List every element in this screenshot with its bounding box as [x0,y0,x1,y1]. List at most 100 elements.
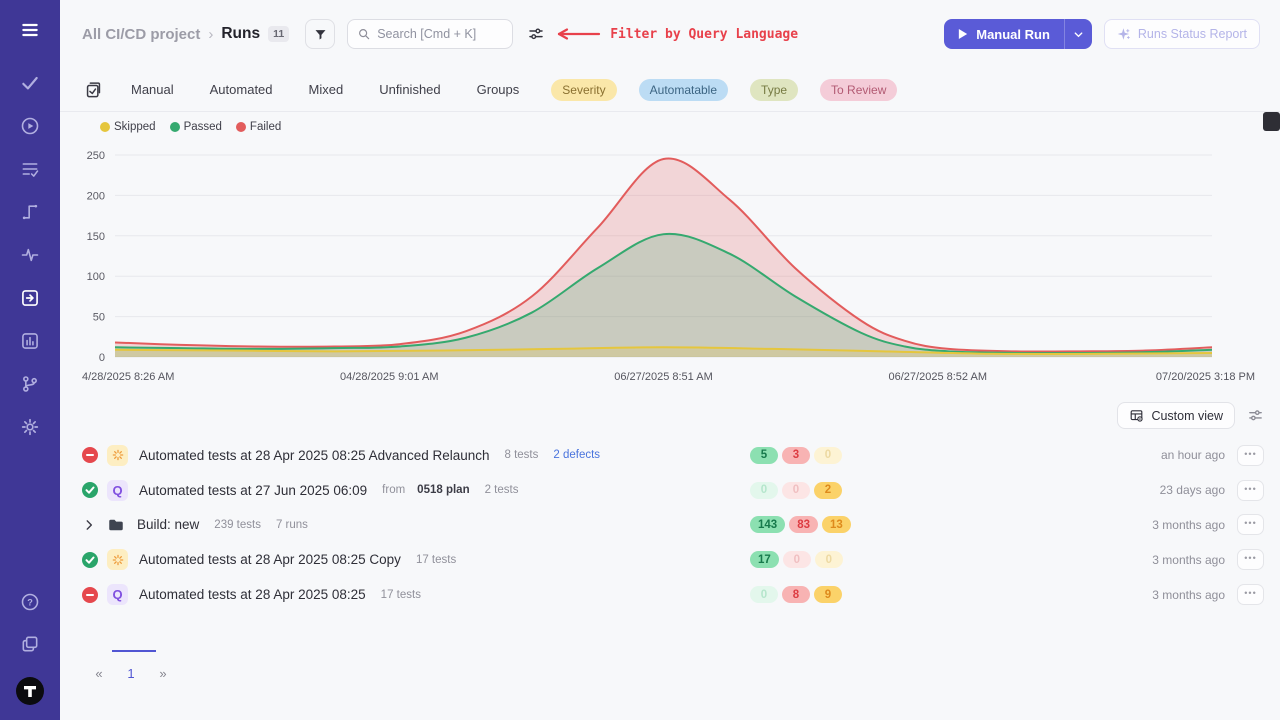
failed-count-pill: 83 [789,516,818,533]
row-actions-button[interactable]: ••• [1237,480,1264,501]
skipped-count-pill: 0 [815,551,843,568]
run-meta: 7 runs [276,519,308,531]
runs-status-report-label: Runs Status Report [1138,27,1247,41]
breadcrumb: All CI/CD project › Runs 11 [82,25,289,43]
tab-manual[interactable]: Manual [131,82,174,97]
failed-count-pill: 3 [782,447,810,464]
runs-table-section: Custom view Automated tests at 28 Apr 20… [60,392,1280,720]
filter-pills: Severity Automatable Type To Review [551,79,897,101]
svg-text:150: 150 [87,231,105,243]
passed-status-icon [82,552,98,568]
filter-pill-to-review[interactable]: To Review [820,79,897,101]
row-actions-button[interactable]: ••• [1237,549,1264,570]
pagination-page-1[interactable]: 1 [114,650,148,692]
svg-text:04/28/2025 9:01 AM: 04/28/2025 9:01 AM [340,371,438,383]
runs-icon[interactable] [20,288,40,308]
run-meta: 8 tests [505,449,539,461]
branch-icon[interactable] [20,374,40,394]
search-box[interactable] [347,19,513,49]
view-settings-icon[interactable] [1247,407,1264,424]
chart-section: SkippedPassedFailed 0501001502002504/28/… [60,112,1280,392]
breadcrumb-project[interactable]: All CI/CD project [82,26,200,43]
automation-sparkle-icon [107,549,128,570]
run-timestamp: 3 months ago [1152,518,1225,532]
activity-icon[interactable] [20,245,40,265]
result-count-pills: 1438313 [750,516,900,533]
run-meta: from [382,484,405,496]
filter-pill-severity[interactable]: Severity [551,79,616,101]
run-meta: 17 tests [381,589,421,601]
manual-run-dropdown-button[interactable] [1064,19,1092,49]
runs-list: Automated tests at 28 Apr 2025 08:25 Adv… [60,438,1280,612]
settings-gear-icon[interactable] [20,417,40,437]
chevron-down-icon [1073,29,1084,40]
main-content: All CI/CD project › Runs 11 [60,0,1280,720]
table-row[interactable]: QAutomated tests at 27 Jun 2025 06:09fro… [60,473,1280,508]
svg-text:07/20/2025 3:18 PM: 07/20/2025 3:18 PM [1156,371,1255,383]
manual-run-button[interactable]: Manual Run [944,19,1064,49]
manual-run-split-button: Manual Run [944,19,1092,49]
app-root: ? All CI/CD project › Runs 11 [0,0,1280,720]
runs-count-badge: 11 [268,26,289,42]
menu-icon[interactable] [20,20,40,40]
result-count-pills: 530 [750,447,900,464]
tab-mixed[interactable]: Mixed [309,82,344,97]
scrollbar-thumb[interactable] [1263,112,1280,131]
pagination-first[interactable]: « [84,650,114,692]
play-circle-icon[interactable] [20,116,40,136]
run-meta: 17 tests [416,554,456,566]
defects-link[interactable]: 2 defects [553,449,600,461]
tab-automated[interactable]: Automated [210,82,273,97]
failed-count-pill: 0 [783,551,811,568]
expand-chevron-icon[interactable] [82,518,96,532]
skipped-count-pill: 2 [814,482,842,499]
tab-unfinished[interactable]: Unfinished [379,82,440,97]
table-row[interactable]: Build: new239 tests7 runs14383133 months… [60,508,1280,543]
pagination-last[interactable]: » [148,650,178,692]
run-title[interactable]: Build: new [137,517,199,532]
help-icon[interactable]: ? [20,592,40,612]
projects-icon[interactable] [20,634,40,654]
svg-text:50: 50 [93,312,105,324]
failed-status-icon [82,587,98,603]
row-main: QAutomated tests at 28 Apr 2025 08:2517 … [82,584,750,605]
svg-text:250: 250 [87,150,105,162]
flow-icon[interactable] [20,202,40,222]
row-main: Automated tests at 28 Apr 2025 08:25 Cop… [82,549,750,570]
query-language-filter-icon[interactable] [527,25,545,43]
run-title[interactable]: Automated tests at 27 Jun 2025 06:09 [139,483,367,498]
row-main: QAutomated tests at 27 Jun 2025 06:09fro… [82,480,750,501]
filter-pill-type[interactable]: Type [750,79,798,101]
runs-status-report-button[interactable]: Runs Status Report [1104,19,1260,49]
skipped-count-pill: 9 [814,586,842,603]
passed-count-pill: 143 [750,516,785,533]
failed-count-pill: 8 [782,586,810,603]
custom-view-label: Custom view [1151,409,1223,423]
tab-groups[interactable]: Groups [477,82,520,97]
row-actions-button[interactable]: ••• [1237,445,1264,466]
run-title[interactable]: Automated tests at 28 Apr 2025 08:25 Adv… [139,448,490,463]
test-list-icon[interactable] [20,159,40,179]
table-row[interactable]: Automated tests at 28 Apr 2025 08:25 Adv… [60,438,1280,473]
sparkles-icon [1117,27,1131,41]
row-actions-button[interactable]: ••• [1237,584,1264,605]
logo-t[interactable] [15,676,45,706]
row-actions-button[interactable]: ••• [1237,514,1264,535]
skipped-count-pill: 0 [814,447,842,464]
run-meta: 0518 plan [417,484,469,496]
passed-status-icon [82,482,98,498]
analytics-icon[interactable] [20,331,40,351]
filter-pill-automatable[interactable]: Automatable [639,79,728,101]
run-title[interactable]: Automated tests at 28 Apr 2025 08:25 Cop… [139,552,401,567]
passed-count-pill: 0 [750,482,778,499]
check-icon[interactable] [20,73,40,93]
clipboard-check-icon [84,80,103,99]
table-row[interactable]: Automated tests at 28 Apr 2025 08:25 Cop… [60,542,1280,577]
run-title[interactable]: Automated tests at 28 Apr 2025 08:25 [139,587,366,602]
filter-button[interactable] [305,19,335,49]
table-row[interactable]: QAutomated tests at 28 Apr 2025 08:2517 … [60,577,1280,612]
custom-view-button[interactable]: Custom view [1117,402,1235,429]
search-input[interactable] [377,27,502,41]
passed-count-pill: 5 [750,447,778,464]
failed-status-icon [82,447,98,463]
